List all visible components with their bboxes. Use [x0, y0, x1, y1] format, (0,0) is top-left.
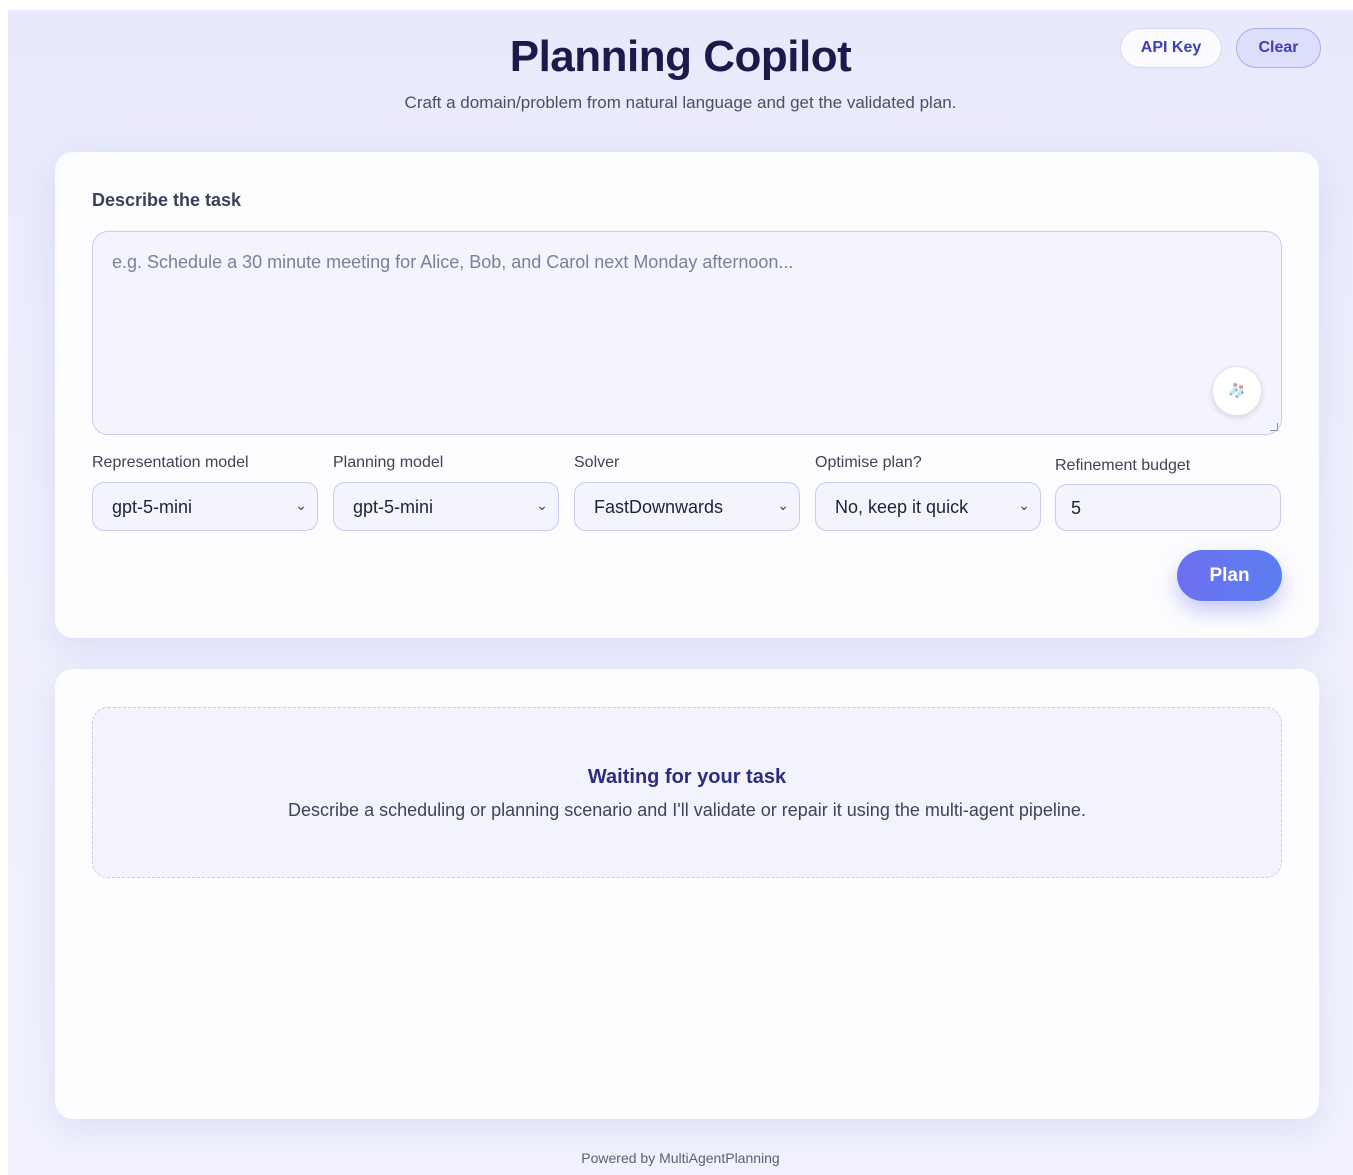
solver-select[interactable]: FastDownwards ⌄ — [574, 482, 800, 531]
optimise-value: No, keep it quick — [835, 497, 969, 517]
mascot-avatar-icon[interactable]: 🧦 — [1212, 366, 1262, 416]
optimise-select[interactable]: No, keep it quick ⌄ — [815, 482, 1041, 531]
representation-model-label: Representation model — [92, 454, 249, 471]
refinement-budget-input[interactable]: 5 — [1055, 484, 1281, 531]
empty-state-title: Waiting for your task — [587, 766, 787, 788]
api-key-button[interactable]: API Key — [1120, 28, 1222, 68]
output-card: Waiting for your task Describe a schedul… — [55, 669, 1319, 1119]
solver-value: FastDownwards — [594, 497, 724, 517]
clear-button[interactable]: Clear — [1236, 28, 1321, 68]
empty-state-description: Describe a scheduling or planning scenar… — [288, 800, 1086, 820]
refinement-budget-value: 5 — [1071, 498, 1082, 518]
page-subtitle: Craft a domain/problem from natural lang… — [404, 93, 957, 112]
empty-state-panel: Waiting for your task Describe a schedul… — [92, 707, 1282, 878]
planning-model-select[interactable]: gpt-5-mini ⌄ — [333, 482, 559, 531]
chevron-down-icon: ⌄ — [295, 497, 307, 513]
representation-model-value: gpt-5-mini — [112, 497, 193, 517]
resize-handle-icon[interactable] — [1270, 423, 1278, 431]
optimise-label: Optimise plan? — [815, 454, 922, 471]
representation-model-select[interactable]: gpt-5-mini ⌄ — [92, 482, 318, 531]
task-label: Describe the task — [92, 190, 242, 210]
header: Planning Copilot Craft a domain/problem … — [8, 10, 1353, 130]
solver-label: Solver — [574, 454, 620, 471]
task-placeholder: e.g. Schedule a 30 minute meeting for Al… — [112, 252, 794, 272]
footer-text: Powered by MultiAgentPlanning — [581, 1150, 780, 1166]
planning-model-value: gpt-5-mini — [353, 497, 434, 517]
plan-button[interactable]: Plan — [1177, 550, 1282, 601]
chevron-down-icon: ⌄ — [777, 497, 789, 513]
task-input-card: Describe the task e.g. Schedule a 30 min… — [55, 152, 1319, 638]
refinement-budget-label: Refinement budget — [1055, 457, 1191, 474]
chevron-down-icon: ⌄ — [536, 497, 548, 513]
planning-model-label: Planning model — [333, 454, 444, 471]
mascot-figure-icon: 🧦 — [1228, 382, 1246, 398]
task-textarea[interactable]: e.g. Schedule a 30 minute meeting for Al… — [92, 231, 1282, 435]
chevron-down-icon: ⌄ — [1018, 497, 1030, 513]
